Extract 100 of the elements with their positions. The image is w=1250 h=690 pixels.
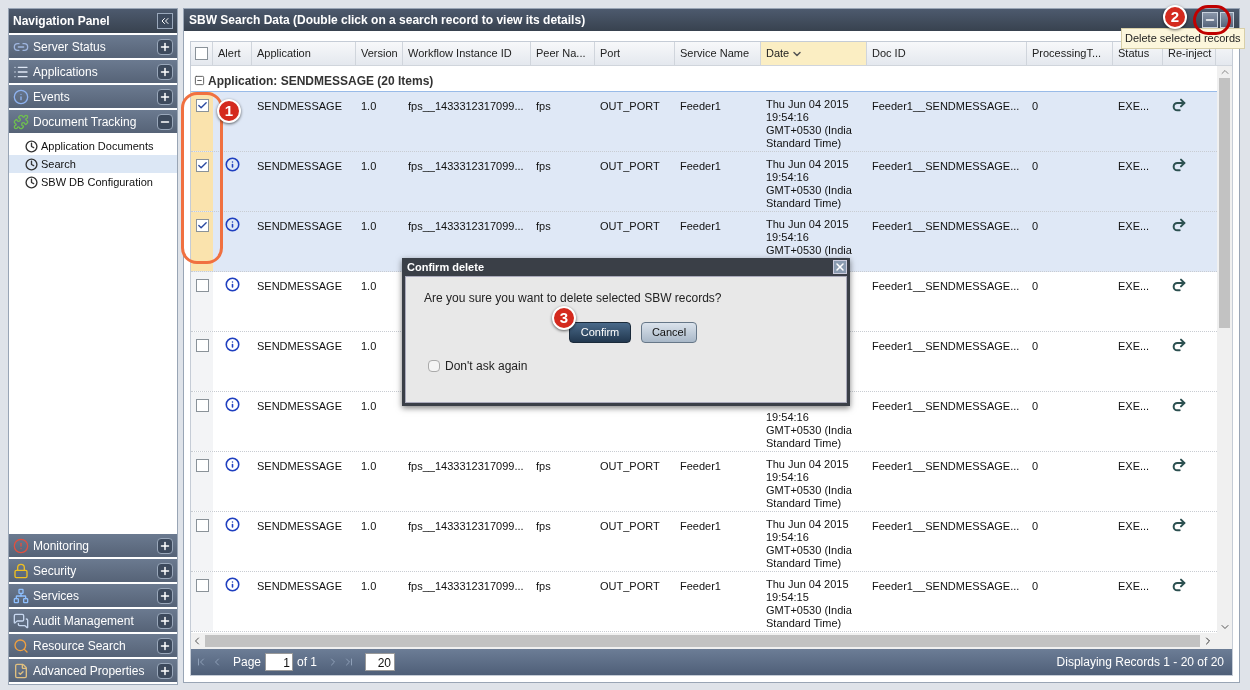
nav-section-label: Audit Management [33,612,135,630]
table-cell: fps [536,160,551,172]
nav-section-label: Server Status [33,38,107,56]
nav-section-label: Services [33,587,80,605]
table-cell: 1.0 [361,520,377,532]
date-line: GMT+0530 (India [766,604,853,617]
table-cell: OUT_PORT [600,520,660,532]
dialog-message: Are you sure you want to delete selected SBW records? [424,290,722,307]
page-count: of 1 [297,654,318,671]
table-cell: 1.0 [361,280,377,292]
table-cell: fps [536,580,551,592]
step-marker: 2 [1163,5,1187,29]
table-cell: OUT_PORT [600,460,660,472]
table-cell: SENDMESSAGE [257,160,342,172]
panel-title: SBW Search Data (Double click on a search record to view its details) [189,12,586,29]
table-cell: fps__1433312317099... [408,520,524,532]
table-cell: SENDMESSAGE [257,400,342,412]
table-cell: Feeder1 [680,520,721,532]
panel-title: Navigation Panel [13,13,111,30]
table-cell: 1.0 [361,460,377,472]
table-cell: Feeder1__SENDMESSAGE... [872,280,1020,292]
table-cell: Feeder1 [680,460,721,472]
table-cell: 0 [1032,220,1039,232]
table-cell: EXE... [1118,280,1150,292]
table-cell: 0 [1032,460,1039,472]
table-cell: SENDMESSAGE [257,100,342,112]
date-line: 19:54:15 [766,591,810,604]
date-line: GMT+0530 (India [766,184,853,197]
date-line: Thu Jun 04 2015 [766,218,850,231]
table-cell: 0 [1032,100,1039,112]
table-cell: fps__1433312317099... [408,220,524,232]
date-line: Thu Jun 04 2015 [766,158,850,171]
date-line: 19:54:16 [766,111,810,124]
date-line: Thu Jun 04 2015 [766,518,850,531]
date-line: Standard Time) [766,197,843,210]
tooltip: Delete selected records [1121,28,1245,49]
table-cell: SENDMESSAGE [257,520,342,532]
date-line: GMT+0530 (India [766,544,853,557]
table-cell: Feeder1__SENDMESSAGE... [872,400,1020,412]
table-cell: fps__1433312317099... [408,460,524,472]
date-line: Standard Time) [766,557,843,570]
table-cell: SENDMESSAGE [257,580,342,592]
nav-section-label: Applications [33,63,99,81]
date-line: Thu Jun 04 2015 [766,578,850,591]
table-cell: 0 [1032,340,1039,352]
table-cell: Feeder1 [680,160,721,172]
date-line: 19:54:16 [766,171,810,184]
table-cell: fps__1433312317099... [408,580,524,592]
table-cell: 1.0 [361,340,377,352]
date-line: Standard Time) [766,617,843,630]
group-label: Application: SENDMESSAGE (20 Items) [208,72,434,90]
table-cell: 1.0 [361,160,377,172]
table-cell: 1.0 [361,400,377,412]
table-cell: EXE... [1118,460,1150,472]
table-cell: fps [536,460,551,472]
date-line: 19:54:16 [766,471,810,484]
table-cell: Feeder1__SENDMESSAGE... [872,580,1020,592]
table-cell: Feeder1 [680,580,721,592]
nav-section-label: Monitoring [33,537,91,555]
table-cell: fps [536,220,551,232]
table-cell: 0 [1032,160,1039,172]
table-cell: Feeder1__SENDMESSAGE... [872,460,1020,472]
date-line: Standard Time) [766,137,843,150]
table-cell: OUT_PORT [600,220,660,232]
table-cell: 0 [1032,280,1039,292]
table-cell: 1.0 [361,580,377,592]
table-cell: Feeder1__SENDMESSAGE... [872,340,1020,352]
date-line: GMT+0530 (India [766,484,853,497]
table-cell: SENDMESSAGE [257,340,342,352]
dialog-title: Confirm delete [406,259,485,275]
table-cell: fps__1433312317099... [408,100,524,112]
table-cell: EXE... [1118,220,1150,232]
table-cell: Feeder1__SENDMESSAGE... [872,520,1020,532]
date-line: GMT+0530 (India [766,424,853,437]
table-cell: Feeder1__SENDMESSAGE... [872,220,1020,232]
table-cell: 0 [1032,580,1039,592]
date-line: 19:54:16 [766,531,810,544]
table-cell: fps [536,100,551,112]
date-line: Thu Jun 04 2015 [766,98,850,111]
table-cell: fps__1433312317099... [408,160,524,172]
date-line: 19:54:16 [766,231,810,244]
table-cell: EXE... [1118,160,1150,172]
date-line: 19:54:16 [766,411,810,424]
table-cell: SENDMESSAGE [257,460,342,472]
date-line: Thu Jun 04 2015 [766,458,850,471]
table-cell: SENDMESSAGE [257,280,342,292]
table-cell: Feeder1 [680,220,721,232]
table-cell: EXE... [1118,340,1150,352]
date-line: Standard Time) [766,497,843,510]
records-summary: Displaying Records 1 - 20 of 20 [1056,654,1225,671]
date-line: GMT+0530 (India [766,124,853,137]
table-cell: 1.0 [361,100,377,112]
date-line: GMT+0530 (India [766,244,853,257]
table-cell: EXE... [1118,100,1150,112]
table-cell: EXE... [1118,580,1150,592]
checkbox-label: Don't ask again [445,358,528,375]
table-cell: OUT_PORT [600,580,660,592]
table-cell: 1.0 [361,220,377,232]
table-cell: 0 [1032,520,1039,532]
table-cell: Feeder1__SENDMESSAGE... [872,160,1020,172]
